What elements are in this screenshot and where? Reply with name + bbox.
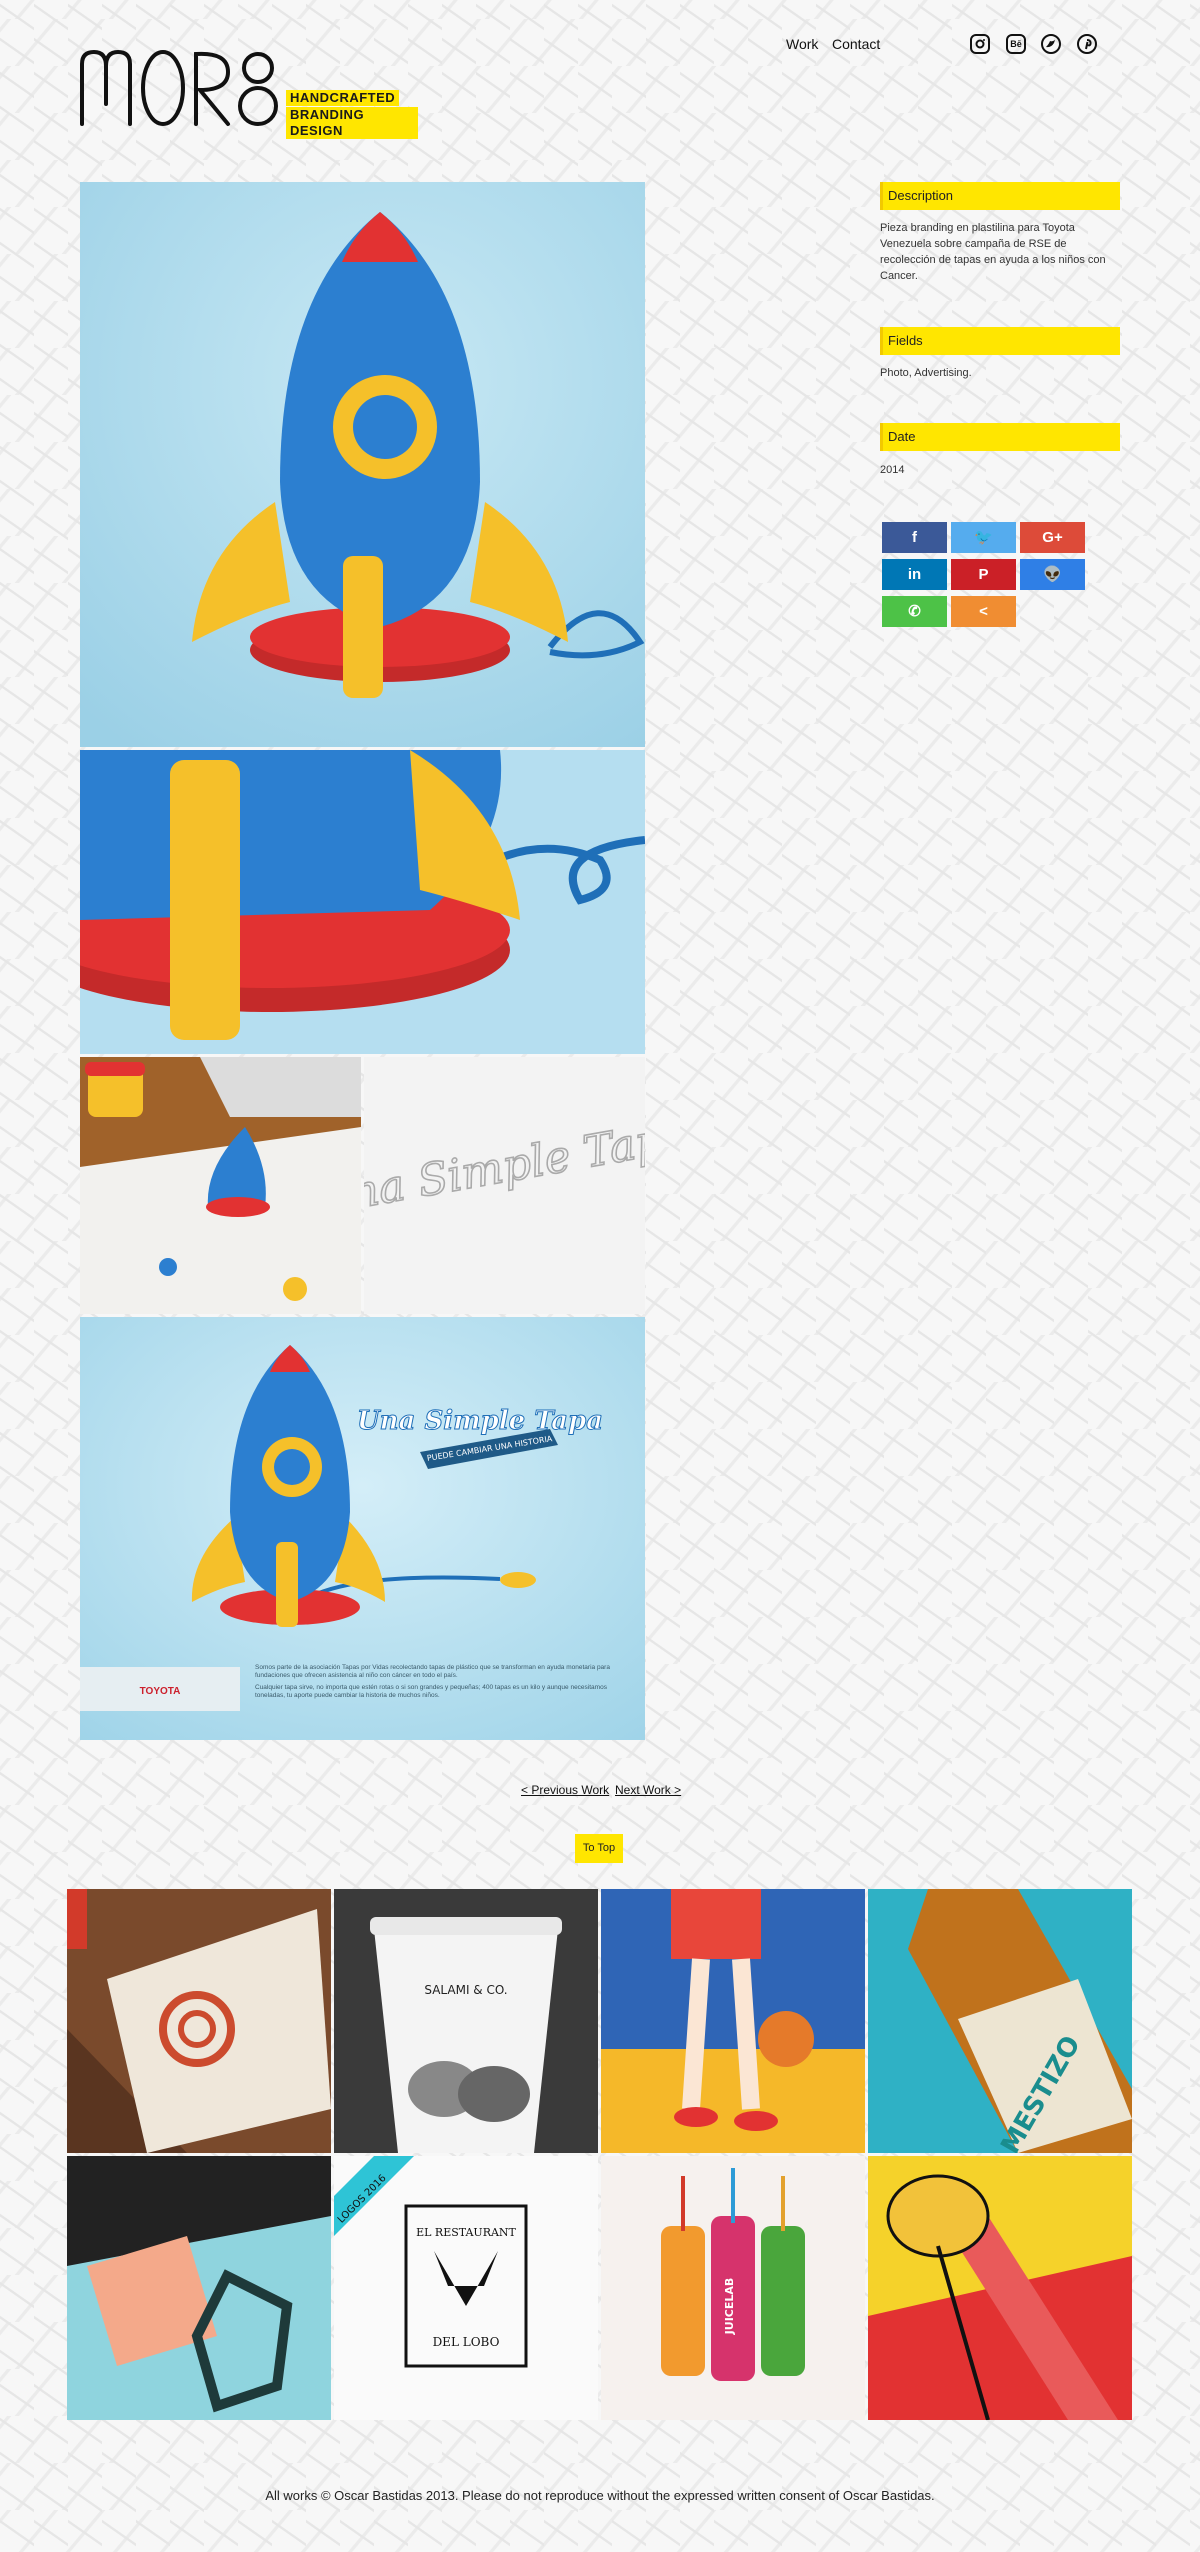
nav-contact[interactable]: Contact <box>832 36 880 52</box>
share-facebook-button[interactable]: f <box>882 522 947 553</box>
restaurant-top: EL RESTAURANT <box>416 2226 516 2239</box>
restaurant-bottom: DEL LOBO <box>433 2335 500 2349</box>
tagline-handcrafted: HANDCRAFTED <box>286 90 400 106</box>
to-top-button[interactable]: To Top <box>575 1834 623 1863</box>
pinterest-icon[interactable] <box>1077 34 1097 54</box>
salami-brand: SALAMI & CO. <box>424 1983 507 1997</box>
poster-headline: Una Simple Tapa <box>357 1406 603 1436</box>
related-work-tile[interactable]: LOGOS 2016 EL RESTAURANT DEL LOBO <box>334 2156 598 2420</box>
instagram-icon[interactable] <box>970 34 990 54</box>
date-heading: Date <box>880 423 1120 451</box>
share-reddit-button[interactable]: 👽 <box>1020 559 1085 590</box>
related-work-tile[interactable] <box>67 2156 331 2420</box>
share-whatsapp-button[interactable]: ✆ <box>882 596 947 627</box>
fields-heading: Fields <box>880 327 1120 355</box>
twitter-icon[interactable] <box>1041 34 1061 54</box>
share-generic-button[interactable]: < <box>951 596 1016 627</box>
footer-copyright: All works © Oscar Bastidas 2013. Please … <box>265 2488 935 2503</box>
related-work-tile[interactable]: JUICELAB <box>601 2156 865 2420</box>
campaign-poster: Una Simple Tapa PUEDE CAMBIAR UNA HISTOR… <box>80 1317 645 1740</box>
related-work-tile[interactable]: SALAMI & CO. <box>334 1889 598 2153</box>
google-plus-icon: G+ <box>1042 529 1063 546</box>
poster-body-1: Somos parte de la asociación Tapas por V… <box>255 1664 610 1679</box>
pinterest-icon: P <box>978 566 989 583</box>
rocket-closeup-photo <box>80 750 645 1054</box>
rocket-hero-photo <box>80 182 645 747</box>
date-text: 2014 <box>880 464 905 476</box>
behance-icon[interactable]: Bē <box>1006 34 1026 54</box>
related-work-tile[interactable]: MESTIZO <box>868 1889 1132 2153</box>
share-google-plus-button[interactable]: G+ <box>1020 522 1085 553</box>
nav-work[interactable]: Work <box>786 36 818 52</box>
whatsapp-icon: ✆ <box>908 603 921 620</box>
related-work-tile[interactable] <box>67 1889 331 2153</box>
logo-wordmark <box>80 49 278 126</box>
share-icon: < <box>979 603 988 620</box>
reddit-icon: 👽 <box>1043 566 1062 583</box>
site-logo[interactable]: HANDCRAFTED BRANDING DESIGN <box>78 44 418 139</box>
juicelab-label: JUICELAB <box>723 2278 736 2336</box>
share-pinterest-button[interactable]: P <box>951 559 1016 590</box>
poster-toyota: TOYOTA <box>140 1686 181 1697</box>
previous-work-link[interactable]: < Previous Work <box>521 1783 609 1797</box>
share-twitter-button[interactable]: 🐦 <box>951 522 1016 553</box>
description-text: Pieza branding en plastilina para Toyota… <box>880 222 1106 282</box>
lettering-sketch-photo: Una Simple Tapa <box>364 1057 645 1314</box>
fields-text: Photo, Advertising. <box>880 367 972 379</box>
related-work-tile[interactable] <box>601 1889 865 2153</box>
share-linkedin-button[interactable]: in <box>882 559 947 590</box>
description-heading: Description <box>880 182 1120 210</box>
related-work-tile[interactable] <box>868 2156 1132 2420</box>
facebook-icon: f <box>912 529 917 546</box>
poster-body-2: Cualquier tapa sirve, no importa que est… <box>255 1684 607 1699</box>
tagline-branding-design: BRANDING DESIGN <box>286 107 418 139</box>
twitter-icon: 🐦 <box>974 529 993 546</box>
rocket-desk-photo <box>80 1057 361 1314</box>
next-work-link[interactable]: Next Work > <box>615 1783 681 1797</box>
linkedin-icon: in <box>907 566 922 583</box>
